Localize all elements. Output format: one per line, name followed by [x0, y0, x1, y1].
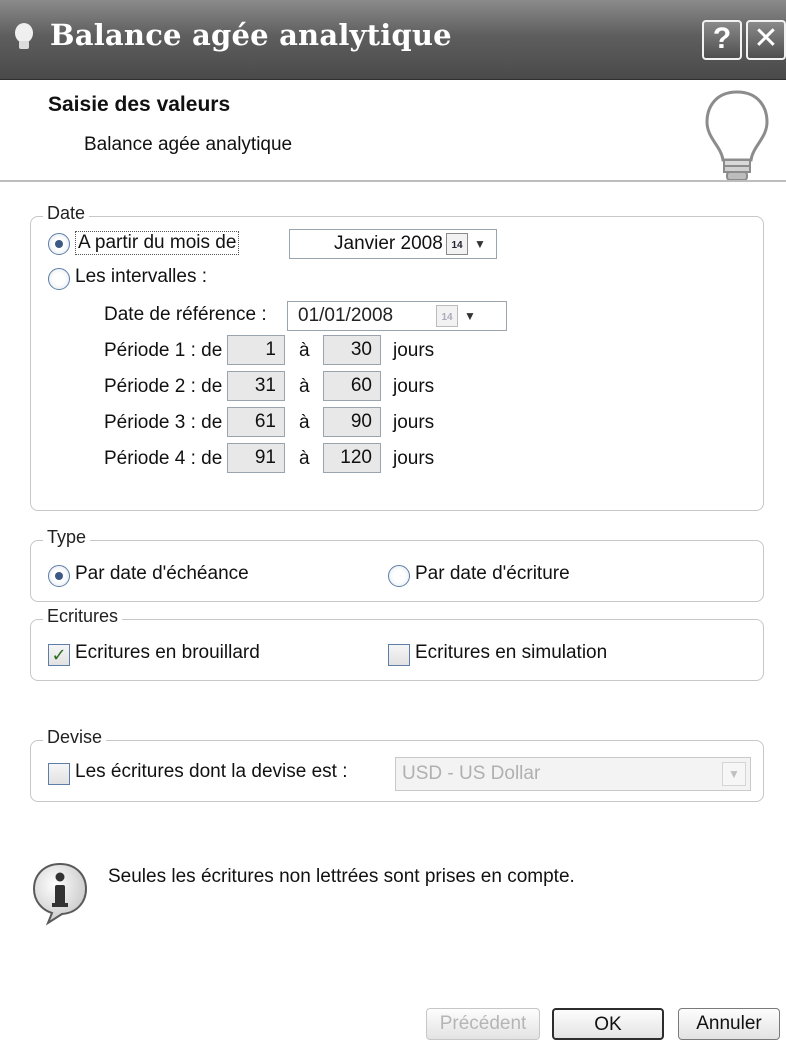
- ok-button[interactable]: OK: [552, 1008, 664, 1040]
- period-2-to[interactable]: 60: [323, 371, 381, 401]
- entry-date-radio[interactable]: [388, 565, 410, 587]
- currency-select[interactable]: USD - US Dollar ▼: [395, 757, 751, 791]
- period-3-from[interactable]: 61: [227, 407, 285, 437]
- period-3-to-word: à: [299, 412, 310, 433]
- intervals-label: Les intervalles :: [75, 266, 208, 287]
- entries-group-label: Ecritures: [43, 606, 123, 627]
- month-value: Janvier 2008: [334, 233, 443, 254]
- simulation-entries-checkbox[interactable]: [388, 644, 410, 666]
- reference-date-picker[interactable]: 01/01/2008 14 ▼: [287, 301, 507, 331]
- chevron-down-icon: ▼: [722, 762, 746, 786]
- intervals-radio[interactable]: [48, 268, 70, 290]
- type-group: Type Par date d'échéance Par date d'écri…: [30, 527, 764, 602]
- cancel-button[interactable]: Annuler: [678, 1008, 780, 1040]
- currency-checkbox[interactable]: [48, 763, 70, 785]
- reference-date-label: Date de référence :: [104, 304, 267, 325]
- period-3-to[interactable]: 90: [323, 407, 381, 437]
- previous-button[interactable]: Précédent: [426, 1008, 540, 1040]
- simulation-entries-label: Ecritures en simulation: [415, 642, 608, 663]
- currency-value: USD - US Dollar: [402, 763, 541, 784]
- from-month-radio[interactable]: [48, 233, 70, 255]
- period-1-from[interactable]: 1: [227, 335, 285, 365]
- period-4-label: Période 4 : de: [104, 448, 223, 469]
- draft-entries-label: Ecritures en brouillard: [75, 642, 260, 663]
- calendar-icon: 14: [436, 305, 458, 327]
- due-date-radio[interactable]: [48, 565, 70, 587]
- checkmark-icon: ✓: [51, 645, 67, 665]
- dropdown-arrow-icon[interactable]: ▼: [464, 302, 476, 330]
- period-3-label: Période 3 : de: [104, 412, 223, 433]
- period-1-label: Période 1 : de: [104, 340, 223, 361]
- period-2-from[interactable]: 31: [227, 371, 285, 401]
- info-icon: [32, 862, 88, 926]
- window-title: Balance agée analytique: [50, 18, 452, 52]
- header-title: Saisie des valeurs: [48, 93, 231, 116]
- period-4-from[interactable]: 91: [227, 443, 285, 473]
- header-subtitle: Balance agée analytique: [84, 134, 293, 155]
- period-2-to-word: à: [299, 376, 310, 397]
- currency-group-label: Devise: [43, 727, 107, 748]
- header-separator: [0, 180, 786, 182]
- month-picker[interactable]: Janvier 2008 14 ▼: [289, 229, 497, 259]
- period-1-unit: jours: [393, 340, 435, 361]
- period-1-to[interactable]: 30: [323, 335, 381, 365]
- date-group-label: Date: [43, 203, 90, 224]
- info-message: Seules les écritures non lettrées sont p…: [108, 866, 575, 887]
- from-month-label[interactable]: A partir du mois de: [75, 231, 240, 255]
- title-bar[interactable]: Balance agée analytique ? ✕: [0, 0, 786, 80]
- close-button[interactable]: ✕: [746, 20, 786, 60]
- close-icon: ✕: [753, 22, 779, 55]
- entry-date-label: Par date d'écriture: [415, 563, 570, 584]
- lightbulb-icon: [15, 23, 33, 49]
- lightbulb-icon: [705, 90, 769, 181]
- reference-date-value: 01/01/2008: [298, 305, 394, 326]
- currency-checkbox-label: Les écritures dont la devise est :: [75, 761, 348, 782]
- period-4-to-word: à: [299, 448, 310, 469]
- period-2-label: Période 2 : de: [104, 376, 223, 397]
- period-4-unit: jours: [393, 448, 435, 469]
- period-1-to-word: à: [299, 340, 310, 361]
- due-date-label: Par date d'échéance: [75, 563, 249, 584]
- draft-entries-checkbox[interactable]: ✓: [48, 644, 70, 666]
- dialog-window: Balance agée analytique ? ✕ Saisie des v…: [0, 0, 786, 1050]
- question-icon: ?: [712, 22, 732, 55]
- dropdown-arrow-icon[interactable]: ▼: [474, 230, 486, 258]
- period-2-unit: jours: [393, 376, 435, 397]
- currency-group: Devise Les écritures dont la devise est …: [30, 727, 764, 802]
- entries-group: Ecritures ✓ Ecritures en brouillard Ecri…: [30, 606, 764, 681]
- type-group-label: Type: [43, 527, 91, 548]
- help-button[interactable]: ?: [702, 20, 742, 60]
- date-group: Date A partir du mois de Janvier 2008 14…: [30, 203, 764, 511]
- period-4-to[interactable]: 120: [323, 443, 381, 473]
- period-3-unit: jours: [393, 412, 435, 433]
- calendar-icon[interactable]: 14: [446, 233, 468, 255]
